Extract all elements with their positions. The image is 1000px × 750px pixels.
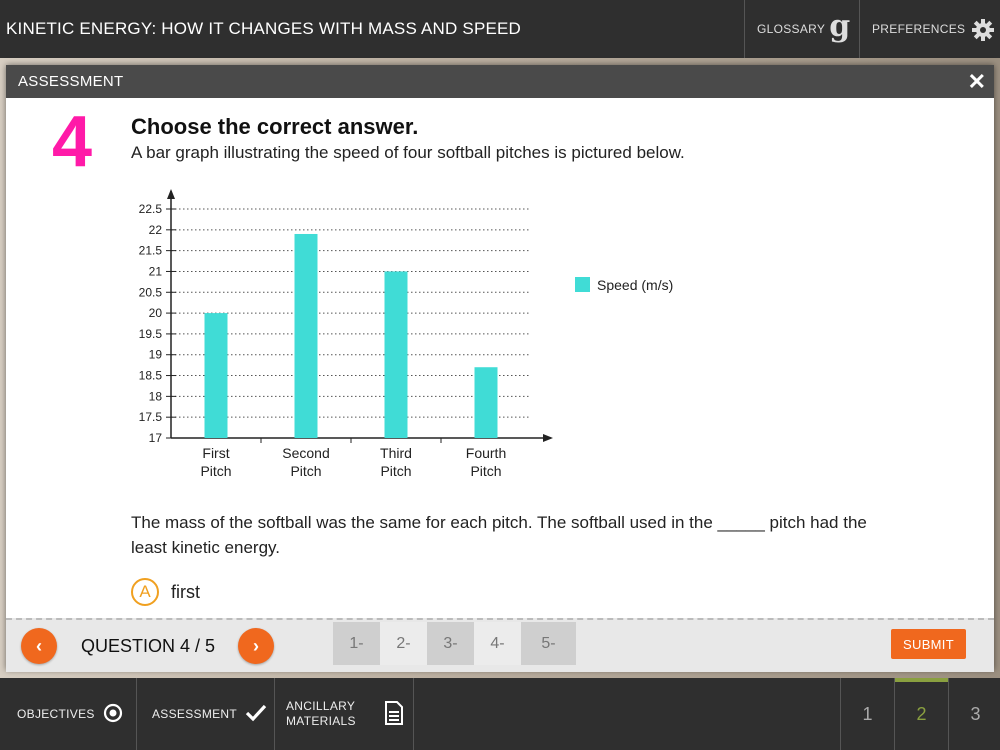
modal-title: ASSESSMENT	[18, 73, 124, 90]
gear-icon	[971, 18, 995, 45]
y-axis-arrow	[167, 189, 175, 199]
question-intro: A bar graph illustrating the speed of fo…	[131, 143, 685, 162]
x-tick-label: Pitch	[470, 463, 501, 479]
x-axis-arrow	[543, 434, 553, 442]
glossary-label: GLOSSARY	[757, 22, 826, 36]
preferences-button[interactable]: PREFERENCES	[859, 0, 1000, 58]
ancillary-label: ANCILLARY MATERIALS	[286, 699, 356, 729]
x-tick-label: Pitch	[200, 463, 231, 479]
question-heading: Choose the correct answer.	[131, 114, 419, 139]
modal-header: ASSESSMENT ✕	[6, 65, 994, 98]
document-icon	[384, 700, 404, 728]
y-tick-label: 21.5	[139, 244, 163, 258]
bottom-nav-bar: OBJECTIVES ASSESSMENT ANCILLARY MATERIAL…	[0, 678, 1000, 750]
y-tick-label: 21	[149, 264, 163, 278]
x-tick-label: Third	[380, 445, 412, 461]
glossary-icon: g	[829, 8, 851, 44]
y-tick-label: 19.5	[139, 327, 163, 341]
bar-3	[384, 271, 408, 438]
question-page-2[interactable]: 2-	[380, 622, 427, 665]
objectives-label: OBJECTIVES	[17, 707, 95, 721]
target-icon	[103, 703, 123, 726]
bar-2	[294, 233, 318, 438]
assessment-nav-label: ASSESSMENT	[152, 707, 238, 721]
ancillary-label-line1: ANCILLARY	[286, 699, 356, 713]
x-tick-label: First	[202, 445, 229, 461]
previous-question-button[interactable]: ‹	[21, 628, 57, 664]
y-tick-label: 20	[149, 306, 163, 320]
legend-label: Speed (m/s)	[597, 277, 673, 293]
section-page-2[interactable]: 2	[894, 678, 948, 750]
choice-a-text: first	[171, 581, 200, 602]
question-number: 4	[52, 102, 93, 182]
ancillary-materials-button[interactable]: ANCILLARY MATERIALS	[275, 678, 414, 750]
submit-button[interactable]: SUBMIT	[891, 629, 966, 659]
bar-4	[474, 367, 498, 438]
question-content: 4 Choose the correct answer. A bar graph…	[6, 98, 994, 618]
speed-bar-chart: 17 17.5 18 18.5 19 19.5 20 20.5 21 21.5 22 22.5 Firs…	[139, 189, 673, 479]
close-icon[interactable]: ✕	[968, 69, 986, 95]
assessment-modal: ASSESSMENT ✕ 4 Choose the correct answer…	[6, 65, 994, 672]
question-stem: The mass of the softball was the same fo…	[131, 513, 867, 557]
glossary-button[interactable]: GLOSSARY g	[744, 0, 859, 58]
bar-1	[204, 313, 228, 438]
top-bar: KINETIC ENERGY: HOW IT CHANGES WITH MASS…	[0, 0, 1000, 58]
question-page-5[interactable]: 5-	[521, 622, 576, 665]
question-page-4[interactable]: 4-	[474, 622, 521, 665]
y-tick-label: 19	[149, 348, 163, 362]
question-counter: QUESTION 4 / 5	[81, 636, 216, 656]
objectives-button[interactable]: OBJECTIVES	[0, 678, 137, 750]
next-question-button[interactable]: ›	[238, 628, 274, 664]
x-tick-label: Pitch	[380, 463, 411, 479]
legend-swatch	[575, 277, 590, 292]
y-tick-label: 17.5	[139, 410, 163, 424]
question-pager: 1- 2- 3- 4- 5-	[333, 622, 576, 665]
x-tick-label: Fourth	[466, 445, 506, 461]
choice-a[interactable]: A first	[131, 578, 200, 606]
choice-a-letter: A	[131, 578, 159, 606]
checkmark-icon	[245, 704, 267, 725]
assessment-nav-button[interactable]: ASSESSMENT	[137, 678, 275, 750]
y-tick-label: 18	[149, 389, 163, 403]
section-page-1[interactable]: 1	[840, 678, 894, 750]
question-footer: ‹ QUESTION 4 / 5 › 1- 2- 3- 4- 5- SUBMIT	[6, 618, 994, 672]
x-tick-label: Pitch	[290, 463, 321, 479]
y-tick-label: 22.5	[139, 202, 163, 216]
section-pages: 1 2 3	[840, 678, 1000, 750]
ancillary-label-line2: MATERIALS	[286, 714, 356, 728]
y-tick-label: 20.5	[139, 285, 163, 299]
lesson-title: KINETIC ENERGY: HOW IT CHANGES WITH MASS…	[6, 19, 522, 38]
y-tick-label: 22	[149, 223, 163, 237]
question-page-3[interactable]: 3-	[427, 622, 474, 665]
x-tick-label: Second	[282, 445, 329, 461]
question-page-1[interactable]: 1-	[333, 622, 380, 665]
section-page-3[interactable]: 3	[948, 678, 1000, 750]
y-tick-label: 17	[149, 431, 163, 445]
y-tick-label: 18.5	[139, 369, 163, 383]
preferences-label: PREFERENCES	[872, 22, 966, 36]
